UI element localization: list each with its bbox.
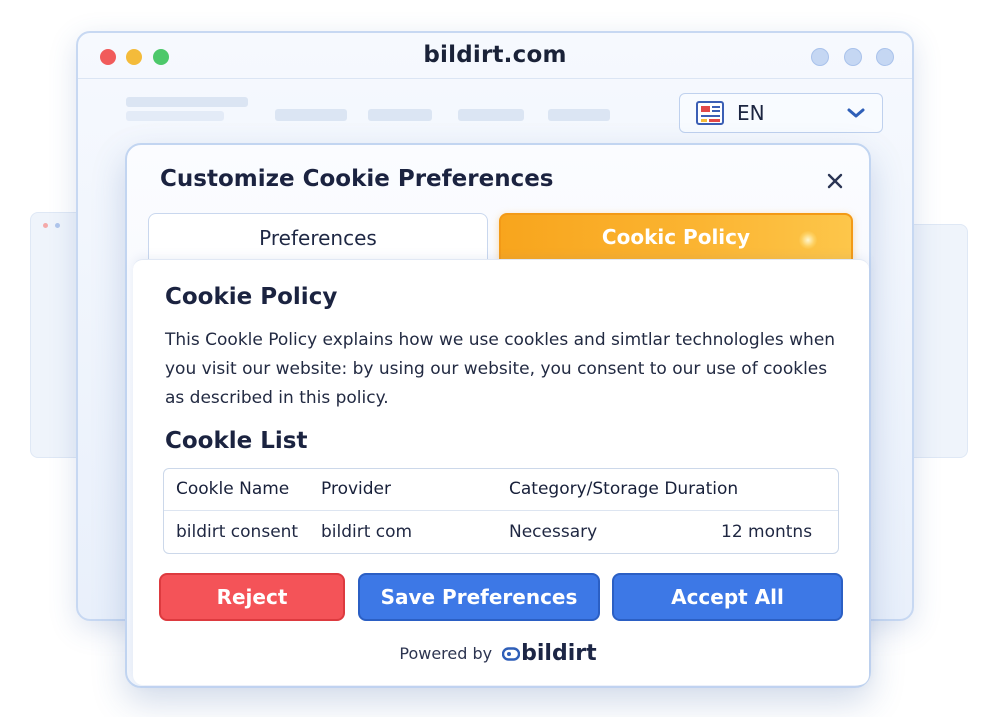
tab-label: Cookic Policy — [601, 225, 751, 249]
nav-placeholder — [548, 109, 610, 121]
screen: bildirt.com EN Customize Cookie Preferen… — [0, 0, 993, 717]
column-header: Category/Storage Duration — [509, 479, 738, 499]
cookie-preferences-modal: Customize Cookie Preferences Preferences… — [125, 143, 871, 688]
modal-title: Customize Cookie Preferences — [160, 166, 554, 192]
policy-heading: Cookie Policy — [165, 284, 338, 310]
tab-label: Preferences — [259, 225, 377, 250]
table-cell: Necessary — [509, 522, 598, 542]
sparkle-decoration — [799, 231, 817, 249]
powered-by-footer: Powered by bildirt — [127, 641, 869, 666]
table-header-row: Cookle Name Provider Category/Storage Du… — [164, 469, 838, 511]
close-icon[interactable] — [825, 171, 845, 191]
language-selector[interactable]: EN — [679, 93, 883, 133]
table-cell: 12 montns — [721, 522, 813, 542]
tab-cookie-policy[interactable]: Cookic Policy — [499, 213, 853, 261]
bildirt-logo-icon — [502, 646, 521, 661]
nav-placeholder — [368, 109, 432, 121]
nav-placeholder — [126, 97, 248, 107]
table-cell: bildirt consent — [176, 522, 299, 542]
policy-description: This Cookle Policy explains how we use c… — [165, 330, 836, 408]
flag-icon — [696, 101, 724, 125]
nav-placeholder — [126, 111, 224, 121]
accept-all-button[interactable]: Accept All — [612, 573, 843, 621]
chevron-down-icon — [847, 108, 865, 118]
brand-name[interactable]: bildirt — [521, 641, 597, 666]
tab-preferences[interactable]: Preferences — [148, 213, 488, 261]
save-preferences-button[interactable]: Save Preferences — [358, 573, 600, 621]
cookie-list-heading: Cookle List — [165, 428, 308, 454]
language-code: EN — [737, 101, 765, 125]
window-control-button[interactable] — [811, 48, 829, 66]
column-header: Cookle Name — [176, 479, 290, 499]
window-control-button[interactable] — [844, 48, 862, 66]
window-control-button[interactable] — [876, 48, 894, 66]
cookie-table: Cookle Name Provider Category/Storage Du… — [163, 468, 839, 554]
mini-dot — [43, 223, 48, 228]
mini-dot — [55, 223, 60, 228]
table-row: bildirt consent bildirt com Necessary 12… — [164, 512, 838, 554]
column-header: Provider — [321, 479, 391, 499]
cookie-policy-panel: Cookie Policy This Cookle Policy explain… — [133, 259, 869, 685]
nav-placeholder — [458, 109, 524, 121]
column-header-duration: Duration — [664, 479, 739, 499]
column-header-category: Category/Storage — [509, 479, 659, 499]
site-title: bildirt.com — [423, 42, 567, 68]
reject-button[interactable]: Reject — [159, 573, 345, 621]
nav-placeholder — [275, 109, 347, 121]
title-bar: bildirt.com — [78, 33, 912, 79]
table-cell: bildirt com — [321, 522, 413, 542]
powered-by-label: Powered by — [399, 644, 493, 663]
